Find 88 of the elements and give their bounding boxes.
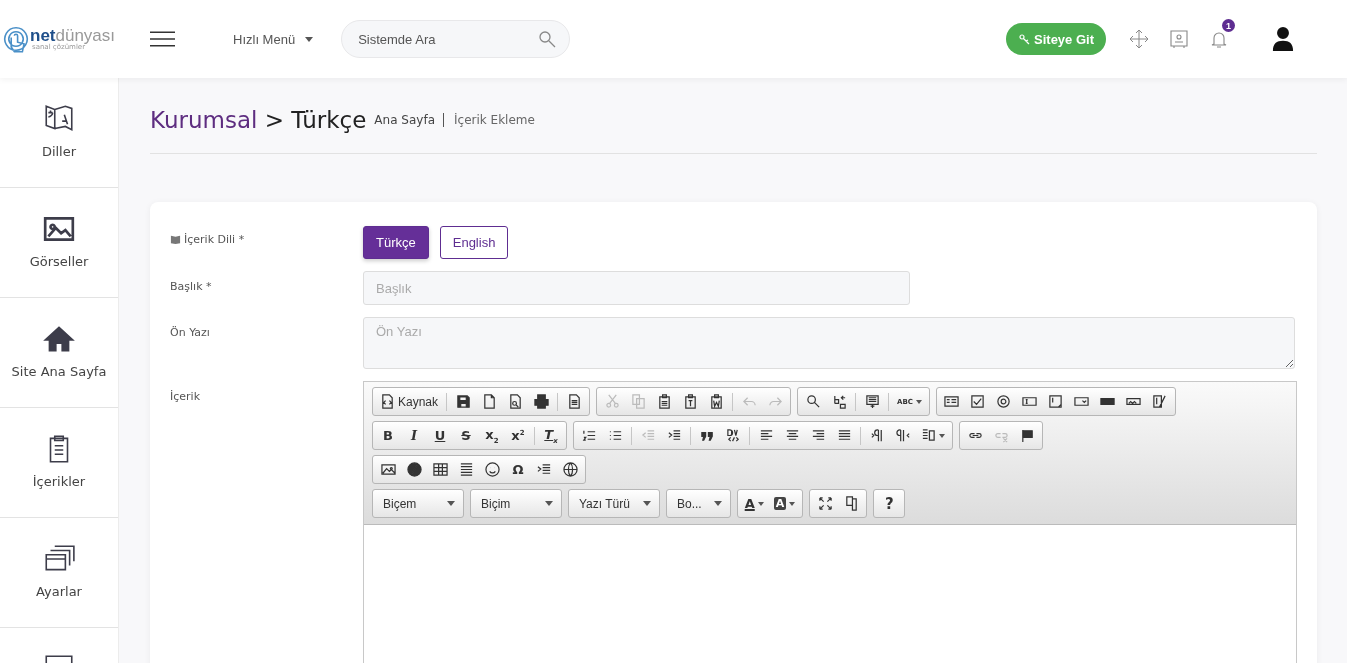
table-icon bbox=[432, 462, 448, 477]
show-blocks-icon bbox=[843, 496, 859, 511]
italic-button[interactable]: I bbox=[401, 423, 427, 448]
caret-icon bbox=[545, 501, 553, 506]
field-label: İçerik bbox=[170, 390, 200, 403]
caret-icon bbox=[713, 501, 722, 506]
notification-badge: 1 bbox=[1222, 19, 1235, 32]
sidebar-item[interactable]: Site Ana Sayfa bbox=[0, 298, 118, 408]
quick-menu-dropdown[interactable]: Hızlı Menü bbox=[233, 31, 314, 47]
text-field-icon bbox=[1022, 394, 1038, 409]
sidebar-item[interactable]: Diller bbox=[0, 78, 118, 188]
strikethrough-button[interactable]: S bbox=[453, 423, 479, 448]
preview-icon bbox=[507, 394, 523, 409]
concentric-circles-icon bbox=[996, 394, 1012, 409]
justify-icon bbox=[836, 428, 852, 443]
special-character-button[interactable]: Ω bbox=[505, 457, 531, 482]
clipboard-icon bbox=[656, 394, 672, 409]
flag-icon bbox=[1019, 428, 1035, 443]
summary-field[interactable]: Ön Yazı bbox=[363, 317, 1295, 369]
outdent-icon bbox=[640, 428, 656, 443]
indent-icon bbox=[666, 428, 682, 443]
caret-icon bbox=[305, 36, 314, 42]
safe-icon[interactable] bbox=[1169, 29, 1189, 49]
title-field[interactable]: Başlık bbox=[363, 271, 910, 305]
bullet-list-icon bbox=[607, 428, 623, 443]
help-button[interactable]: ? bbox=[876, 491, 903, 516]
align-right-icon bbox=[810, 428, 826, 443]
background-color-button[interactable]: A bbox=[768, 491, 801, 516]
page-break-icon bbox=[536, 462, 552, 477]
maximize-icon bbox=[817, 496, 833, 511]
image-icon bbox=[380, 462, 396, 477]
breadcrumb-link[interactable]: Ana Sayfa bbox=[374, 112, 444, 127]
text-area-icon bbox=[1048, 394, 1064, 409]
superscript-button[interactable]: x$^{2}$ bbox=[505, 423, 531, 448]
caret-icon bbox=[643, 501, 651, 506]
horizontal-line-icon bbox=[458, 462, 474, 477]
scissors-icon bbox=[604, 394, 620, 409]
replace-icon bbox=[831, 394, 847, 409]
sidebar-item[interactable]: Görseller bbox=[0, 188, 118, 298]
logo-name: netdünyası bbox=[30, 27, 116, 44]
user-avatar-icon[interactable] bbox=[1272, 26, 1294, 52]
field-label: Başlık * bbox=[170, 280, 212, 293]
bell-icon[interactable] bbox=[1209, 29, 1229, 49]
search-icon bbox=[538, 30, 557, 48]
format-dropdown[interactable]: Biçem bbox=[372, 489, 464, 518]
document-icon bbox=[566, 394, 582, 409]
language-button[interactable]: Türkçe bbox=[363, 226, 429, 259]
pilcrow-left-icon bbox=[895, 428, 911, 443]
select-box-icon bbox=[1074, 394, 1090, 409]
text-color-button[interactable]: A bbox=[739, 491, 769, 516]
sidebar-item[interactable]: Ayarlar bbox=[0, 518, 118, 628]
bold-button[interactable]: B bbox=[375, 423, 401, 448]
blank-page-icon bbox=[481, 394, 497, 409]
numbered-list-icon bbox=[581, 428, 597, 443]
printer-icon bbox=[533, 394, 549, 409]
breadcrumb-link[interactable]: İçerik Ekleme bbox=[454, 112, 543, 127]
page-heading: Kurumsal > Türkçe bbox=[150, 106, 367, 133]
search-icon bbox=[805, 394, 821, 409]
underline-button[interactable]: U bbox=[427, 423, 453, 448]
globe-icon bbox=[562, 462, 578, 477]
sidebar-item[interactable]: İçerikler bbox=[0, 408, 118, 518]
search-field[interactable]: Sistemde Ara bbox=[341, 20, 571, 58]
key-icon bbox=[1018, 33, 1031, 45]
source-button[interactable]: Kaynak bbox=[375, 389, 444, 414]
format-dropdown[interactable]: Bo... bbox=[666, 489, 731, 518]
smiley-icon bbox=[484, 462, 500, 477]
paste-word-icon bbox=[708, 394, 724, 409]
hidden-field-icon bbox=[1152, 394, 1168, 409]
div-icon bbox=[725, 428, 741, 443]
menu-icon[interactable] bbox=[150, 31, 175, 47]
remove-format-button[interactable]: T$_{x}$ bbox=[538, 423, 564, 448]
field-label: İçerik Dili * bbox=[170, 233, 245, 246]
caret-icon bbox=[447, 501, 455, 506]
format-dropdown[interactable]: Biçim bbox=[470, 489, 562, 518]
language-button[interactable]: English bbox=[439, 226, 509, 259]
form-icon bbox=[944, 394, 960, 409]
paste-text-icon bbox=[682, 394, 698, 409]
move-arrows-icon[interactable] bbox=[1129, 29, 1149, 49]
pilcrow-right-icon bbox=[869, 428, 885, 443]
copy-icon bbox=[630, 394, 646, 409]
align-center-icon bbox=[784, 428, 800, 443]
field-label: Ön Yazı bbox=[170, 326, 210, 339]
source-icon bbox=[380, 394, 395, 409]
subscript-button[interactable]: x$_{2}$ bbox=[479, 423, 505, 448]
language-icon bbox=[921, 428, 936, 443]
format-dropdown[interactable]: Yazı Türü bbox=[568, 489, 660, 518]
align-left-icon bbox=[758, 428, 774, 443]
select-all-icon bbox=[864, 394, 880, 409]
